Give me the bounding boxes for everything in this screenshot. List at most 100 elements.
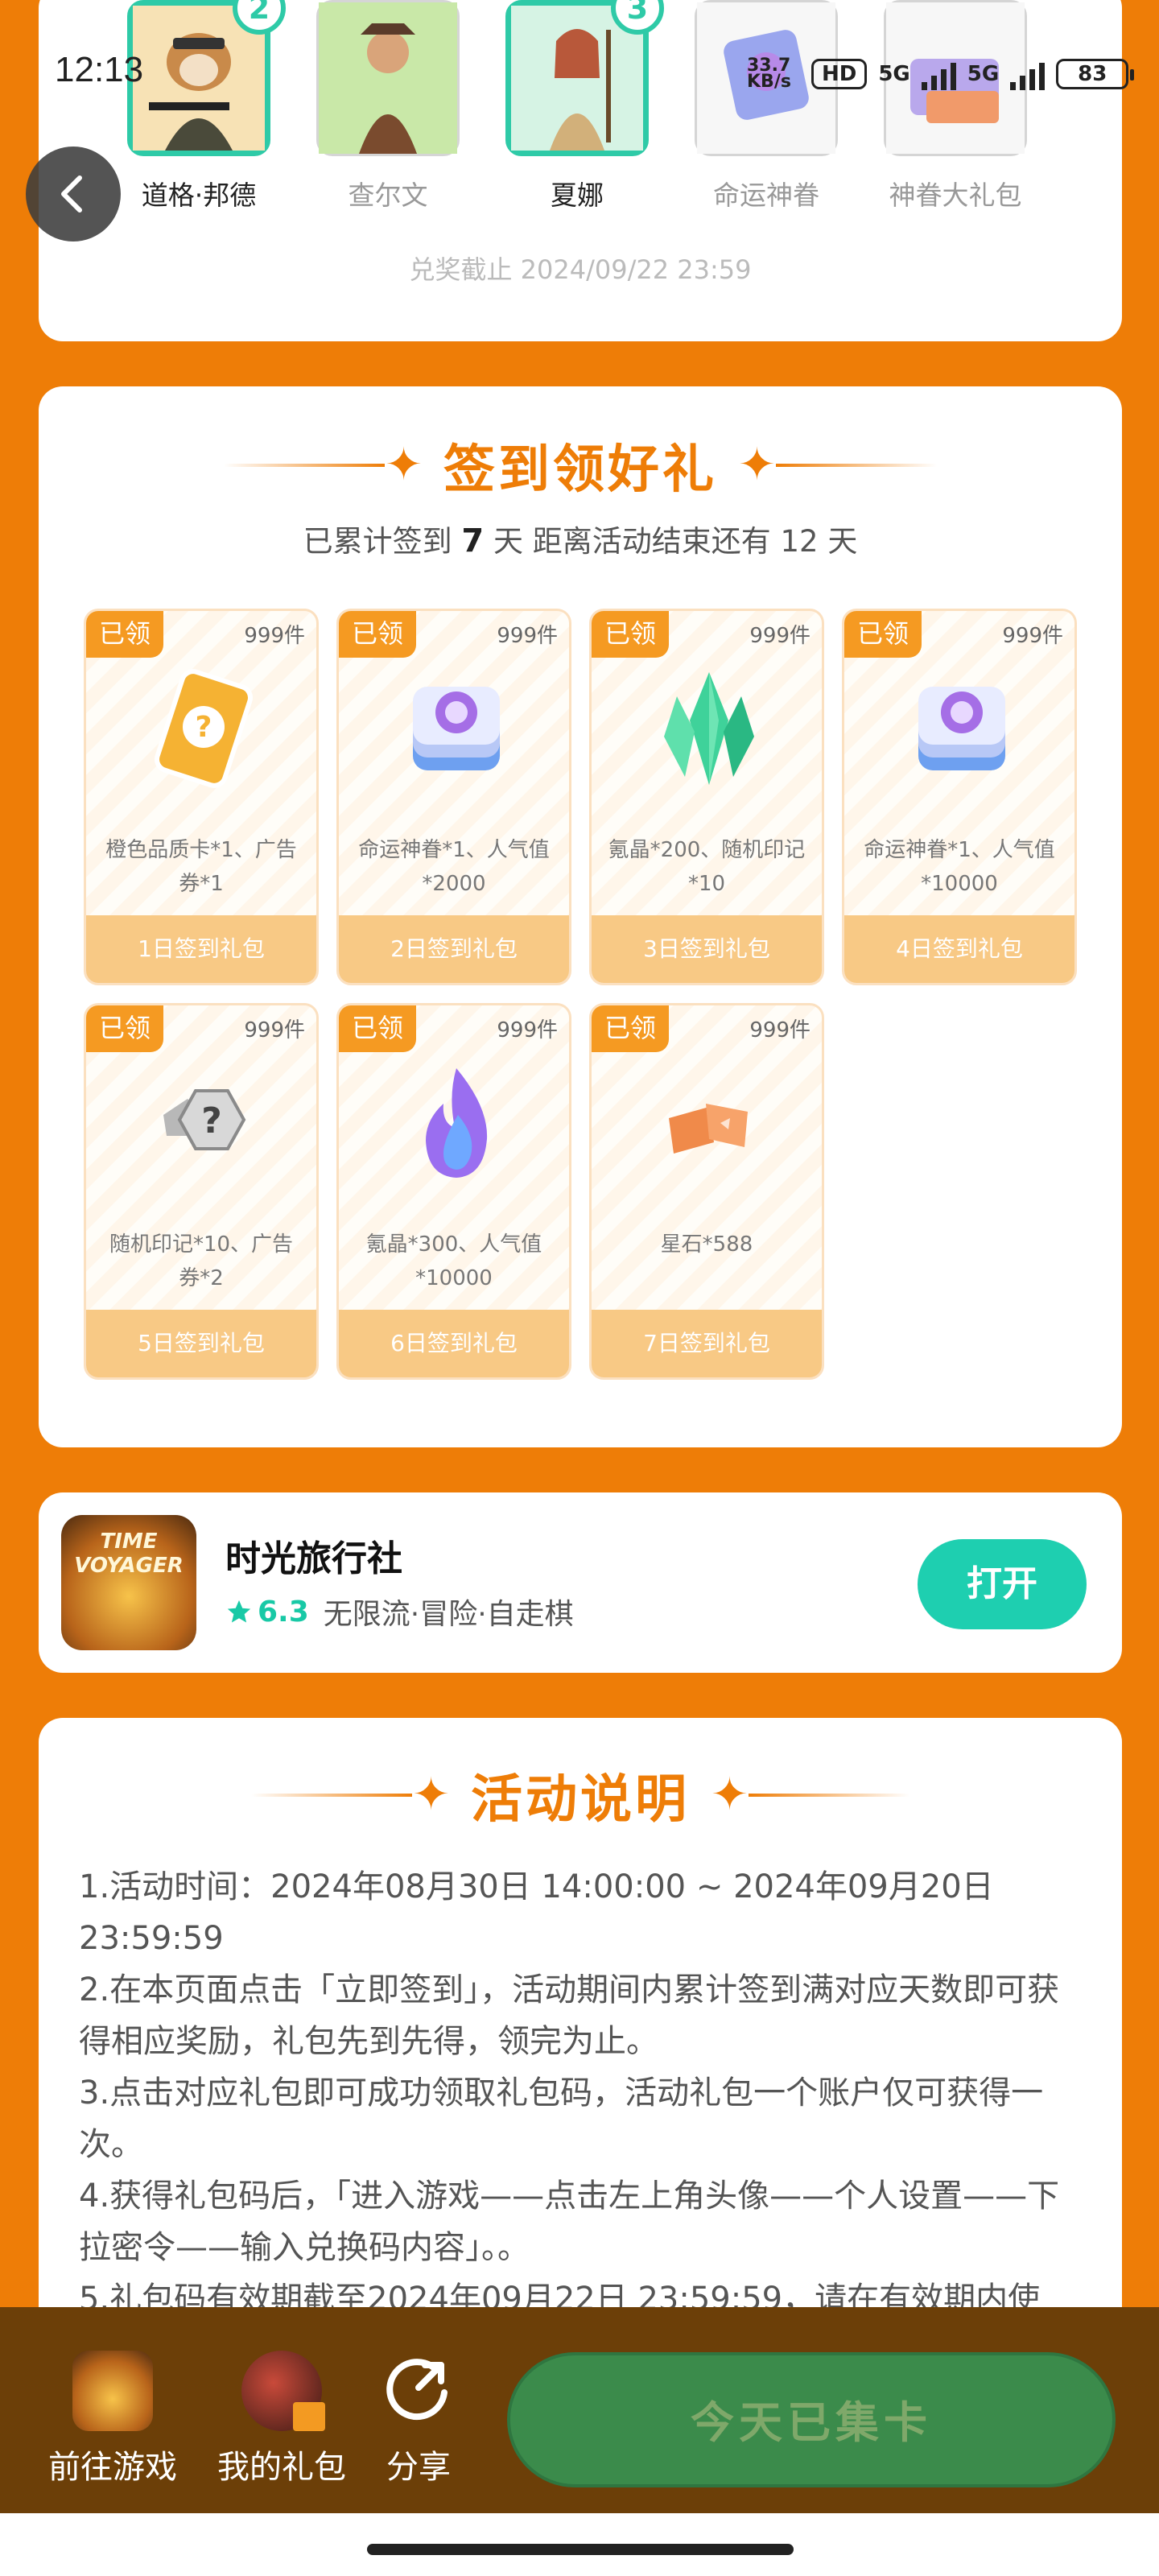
app-icon-text: TIME VOYAGER: [74, 1530, 184, 1578]
rule-line: 2.在本页面点击「立即签到」，活动期间内累计签到满对应天数即可获得相应奖励，礼包…: [79, 1971, 1060, 2060]
gift-desc: 氪晶*200、随机印记*10: [608, 838, 806, 896]
gift-desc: 命运神眷*1、人气值*10000: [864, 838, 1055, 896]
gift-card-day1[interactable]: 已领 999件 ? 橙色品质卡*1、广告券*1 1日签到礼包: [84, 609, 319, 985]
rule-line: 3.点击对应礼包即可成功领取礼包码，活动礼包一个账户仅可获得一次。: [79, 2074, 1044, 2163]
stone-icon: [669, 1104, 748, 1154]
character-icon: [319, 2, 457, 154]
net-speed: 33.7 KB/s: [747, 56, 791, 92]
gift-desc: 星石*588: [660, 1232, 753, 1257]
my-gifts-button[interactable]: 我的礼包: [214, 2351, 349, 2487]
gift-label: 5日签到礼包: [86, 1310, 316, 1377]
open-app-button[interactable]: 打开: [918, 1539, 1087, 1629]
claimed-tag: 已领: [592, 611, 669, 658]
hd-badge: HD: [811, 59, 868, 89]
gift-card-day4[interactable]: 已领 999件 命运神眷*1、人气值*10000 4日签到礼包: [842, 609, 1077, 985]
go-game-label: 前往游戏: [48, 2449, 177, 2486]
reward-name: 夏娜: [551, 180, 604, 211]
collected-today-button[interactable]: 今天已集卡: [507, 2352, 1116, 2487]
sign-in-card: ✦ 签到领好礼 ✦ 已累计签到 7 天 距离活动结束还有 12 天 已领 999…: [39, 386, 1122, 1447]
stock-count: 999件: [1002, 624, 1063, 648]
section-title: 签到领好礼: [443, 440, 717, 500]
gift-desc: 橙色品质卡*1、广告券*1: [105, 838, 297, 896]
gift-desc: 氪晶*300、人气值*10000: [365, 1232, 542, 1290]
share-button[interactable]: 分享: [378, 2351, 459, 2487]
days-signed: 7: [461, 522, 485, 559]
game-icon: [72, 2351, 153, 2431]
gift-card-day2[interactable]: 已领 999件 命运神眷*1、人气值*2000 2日签到礼包: [336, 609, 571, 985]
gift-card-day5[interactable]: 已领 999件 ? 随机印记*10、广告券*2 5日签到礼包: [84, 1003, 319, 1380]
star-icon: [227, 1600, 251, 1623]
reward-name: 查尔文: [348, 180, 428, 211]
rewards-card: 2 道格·邦德 查尔文 3 夏娜 命运神眷 神眷大礼包 兑奖截止 2024/09…: [39, 0, 1122, 341]
fate-icon: [413, 687, 500, 770]
gift-label: 6日签到礼包: [339, 1310, 569, 1377]
stock-count: 999件: [244, 624, 305, 648]
gift-label: 3日签到礼包: [592, 915, 822, 983]
rules-text: 1.活动时间：2024年08月30日 14:00:00 ~ 2024年09月20…: [79, 1861, 1066, 2325]
stock-count: 999件: [749, 624, 810, 648]
stock-count: 999件: [497, 624, 558, 648]
net-type-2: 5G: [967, 62, 1000, 86]
net-type-1: 5G: [878, 62, 910, 86]
reward-thumb: 2: [127, 0, 286, 156]
summary-days-left: 天 距离活动结束还有 12 天: [493, 524, 858, 559]
claimed-tag: 已领: [86, 1005, 163, 1052]
gift-label: 2日签到礼包: [339, 915, 569, 983]
gift-desc: 命运神眷*1、人气值*2000: [358, 838, 550, 896]
flame-icon: [426, 1068, 488, 1178]
reward-name: 道格·邦德: [141, 180, 257, 211]
chevron-left-icon: [61, 175, 82, 213]
crystal-icon: [664, 672, 754, 785]
title-decoration-left: ✦: [251, 1773, 450, 1818]
gift-label: 4日签到礼包: [844, 915, 1074, 983]
rule-line: 1.活动时间：2024年08月30日 14:00:00 ~ 2024年09月20…: [79, 1868, 994, 1957]
sign-section-header: ✦ 签到领好礼 ✦: [39, 428, 1122, 502]
reward-item[interactable]: 查尔文: [316, 0, 460, 213]
card-icon: ?: [155, 669, 253, 788]
claimed-tag: 已领: [86, 611, 163, 658]
claimed-tag: 已领: [592, 1005, 669, 1052]
reward-item[interactable]: 2 道格·邦德: [127, 0, 286, 213]
app-tags: 无限流·冒险·自走棋: [323, 1598, 574, 1631]
share-label: 分享: [386, 2449, 451, 2486]
app-rating: 6.3: [225, 1596, 309, 1629]
reward-thumb: 3: [505, 0, 664, 156]
stock-count: 999件: [749, 1018, 810, 1042]
reward-thumb: [316, 0, 460, 156]
signal-icon: [921, 58, 956, 90]
rules-section-header: ✦ 活动说明 ✦: [39, 1758, 1122, 1832]
title-decoration-right: ✦: [738, 443, 937, 488]
app-icon: TIME VOYAGER: [61, 1515, 196, 1650]
claimed-tag: 已领: [339, 1005, 416, 1052]
reward-item[interactable]: 神眷大礼包: [884, 0, 1027, 213]
gift-card-day7[interactable]: 已领 999件 星石*588 7日签到礼包: [589, 1003, 824, 1380]
signal-icon: [1010, 58, 1046, 90]
section-title: 活动说明: [471, 1770, 690, 1830]
gift-label: 1日签到礼包: [86, 915, 316, 983]
go-game-button[interactable]: 前往游戏: [45, 2351, 180, 2487]
title-decoration-left: ✦: [224, 443, 423, 488]
reward-item[interactable]: 3 夏娜: [505, 0, 664, 213]
my-gifts-label: 我的礼包: [217, 2449, 346, 2486]
svg-text:?: ?: [201, 1100, 222, 1141]
redeem-deadline: 兑奖截止 2024/09/22 23:59: [409, 254, 752, 285]
reward-name: 神眷大礼包: [889, 180, 1022, 211]
sign-summary: 已累计签到 7 天 距离活动结束还有 12 天: [39, 517, 1122, 560]
title-decoration-right: ✦: [711, 1773, 909, 1818]
gift-label: 7日签到礼包: [592, 1310, 822, 1377]
reward-item[interactable]: 命运神眷: [695, 0, 838, 213]
app-name: 时光旅行社: [225, 1538, 402, 1579]
claimed-tag: 已领: [844, 611, 922, 658]
battery-icon: 83: [1056, 59, 1135, 89]
back-button[interactable]: [26, 147, 121, 242]
gift-desc: 随机印记*10、广告券*2: [109, 1232, 294, 1290]
mark-icon: ?: [163, 1089, 246, 1150]
app-card[interactable]: TIME VOYAGER 时光旅行社 6.3 无限流·冒险·自走棋 打开: [39, 1492, 1122, 1673]
gift-card-day3[interactable]: 已领 999件 氪晶*200、随机印记*10 3日签到礼包: [589, 609, 824, 985]
home-indicator[interactable]: [367, 2544, 794, 2555]
gift-card-day6[interactable]: 已领 999件 氪晶*300、人气值*10000 6日签到礼包: [336, 1003, 571, 1380]
stock-count: 999件: [497, 1018, 558, 1042]
app-meta: 6.3 无限流·冒险·自走棋: [225, 1591, 574, 1633]
rule-line: 4.获得礼包码后，「进入游戏——点击左上角头像——个人设置——下拉密令——输入兑…: [79, 2178, 1060, 2266]
stock-count: 999件: [244, 1018, 305, 1042]
